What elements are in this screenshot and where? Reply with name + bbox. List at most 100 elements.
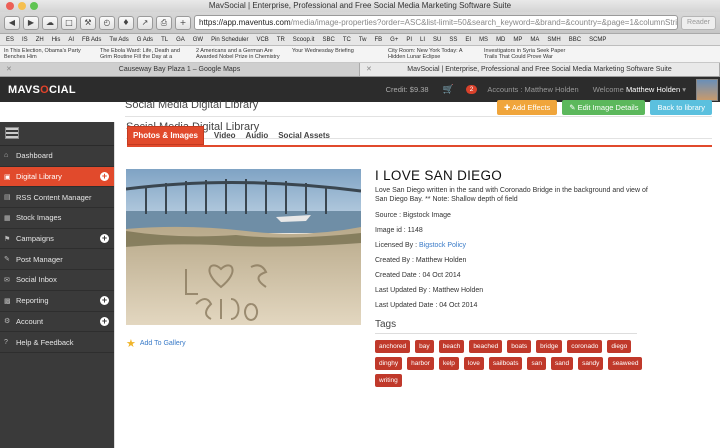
close-tab-icon[interactable]: ✕ [366, 63, 372, 76]
bookmark-item[interactable]: Scoop.it [293, 37, 315, 43]
tag-item[interactable]: coronado [567, 340, 602, 353]
bookmark-item[interactable]: SS [449, 37, 457, 43]
bookmark-item[interactable]: G+ [390, 37, 398, 43]
reader-button[interactable]: Reader [681, 16, 716, 30]
bookmark-item[interactable]: MP [513, 37, 522, 43]
back-to-library-button[interactable]: Back to library [650, 100, 712, 115]
bookmark-item[interactable]: EI [465, 37, 471, 43]
bookmark-item[interactable]: His [52, 37, 61, 43]
bookmark-item[interactable]: GW [193, 37, 203, 43]
tag-item[interactable]: sand [551, 357, 573, 370]
close-tab-icon[interactable]: ✕ [6, 63, 12, 76]
sidebar-item-campaigns[interactable]: ⚑ Campaigns + [0, 229, 114, 250]
sidebar-item-help-feedback[interactable]: ? Help & Feedback [0, 332, 114, 353]
sidebar-item-reporting[interactable]: ▩ Reporting + [0, 291, 114, 312]
tools-icon[interactable]: ⚒ [80, 16, 96, 30]
tab-social-assets[interactable]: Social Assets [278, 131, 330, 140]
license-link[interactable]: Bigstock Policy [419, 242, 466, 249]
news-item[interactable]: Investigators in Syria Seek Paper Trails… [484, 48, 570, 61]
edit-image-details-button[interactable]: ✎ Edit Image Details [562, 100, 645, 115]
tag-item[interactable]: sandy [578, 357, 603, 370]
back-icon[interactable]: ◀ [4, 16, 20, 30]
news-item[interactable]: The Ebola Ward: Life, Death and Grim Rou… [100, 48, 186, 61]
browser-tab[interactable]: ✕ Causeway Bay Plaza 1 – Google Maps [0, 63, 360, 76]
bookmark-item[interactable]: G Ads [137, 37, 153, 43]
news-item[interactable]: Your Wednesday Briefing [292, 48, 378, 61]
bookmark-item[interactable]: MS [479, 37, 488, 43]
expand-icon[interactable]: + [100, 172, 109, 181]
news-item[interactable]: City Room: New York Today: A Hidden Luna… [388, 48, 474, 61]
sidebar-icon[interactable]: □ [61, 16, 77, 30]
accounts-dropdown[interactable]: Accounts : Matthew Holden [487, 85, 578, 94]
image-preview[interactable] [126, 169, 361, 325]
tag-item[interactable]: love [464, 357, 484, 370]
tag-item[interactable]: writing [375, 374, 402, 387]
bookmark-item[interactable]: TR [277, 37, 285, 43]
bookmark-item[interactable]: AI [68, 37, 74, 43]
tab-photos-images[interactable]: Photos & Images [127, 126, 204, 145]
tag-item[interactable]: harbor [407, 357, 434, 370]
share-icon[interactable]: ↗ [137, 16, 153, 30]
tab-video[interactable]: Video [214, 131, 236, 140]
tag-icon[interactable]: ♦ [118, 16, 134, 30]
bookmark-item[interactable]: IS [22, 37, 28, 43]
tag-item[interactable]: sailboats [489, 357, 523, 370]
bookmark-item[interactable]: LI [420, 37, 425, 43]
tag-item[interactable]: seaweed [608, 357, 642, 370]
tab-audio[interactable]: Audio [246, 131, 269, 140]
add-effects-button[interactable]: ✚ Add Effects [497, 100, 557, 115]
browser-tab-active[interactable]: ✕ MavSocial | Enterprise, Professional a… [360, 63, 720, 76]
tag-item[interactable]: bay [415, 340, 433, 353]
tag-item[interactable]: dinghy [375, 357, 402, 370]
news-item[interactable]: 2 Americans and a German Are Awarded Nob… [196, 48, 282, 61]
bookmark-item[interactable]: SCMP [589, 37, 606, 43]
bookmark-item[interactable]: FB Ads [82, 37, 101, 43]
notification-badge[interactable]: 2 [466, 85, 478, 94]
zoom-window-button[interactable] [30, 2, 38, 10]
sidebar-item-digital-library[interactable]: ▣ Digital Library + [0, 167, 114, 188]
sidebar-item-rss-content-manager[interactable]: ▤ RSS Content Manager [0, 187, 114, 208]
forward-icon[interactable]: ▶ [23, 16, 39, 30]
bookmark-item[interactable]: SMH [547, 37, 560, 43]
print-icon[interactable]: ⎙ [156, 16, 172, 30]
tag-item[interactable]: beach [439, 340, 465, 353]
tag-item[interactable]: san [527, 357, 545, 370]
welcome-text[interactable]: Welcome Matthew Holden ▾ [593, 85, 686, 94]
bookmark-item[interactable]: GA [176, 37, 185, 43]
add-to-gallery-link[interactable]: ★ Add To Gallery [126, 337, 186, 350]
sidebar-item-dashboard[interactable]: ⌂ Dashboard [0, 146, 114, 167]
expand-icon[interactable]: + [100, 234, 109, 243]
expand-icon[interactable]: + [100, 296, 109, 305]
bookmark-item[interactable]: FB [375, 37, 383, 43]
bookmark-item[interactable]: Tw Ads [109, 37, 128, 43]
avatar[interactable] [696, 79, 718, 101]
bookmark-item[interactable]: MD [496, 37, 505, 43]
cart-icon[interactable]: 🛒 [443, 84, 454, 95]
bookmark-item[interactable]: PI [406, 37, 412, 43]
mavsocial-logo[interactable]: MAVSOCIAL [0, 84, 114, 96]
bookmark-item[interactable]: ES [6, 37, 14, 43]
minimize-window-button[interactable] [18, 2, 26, 10]
sidebar-item-post-manager[interactable]: ✎ Post Manager [0, 249, 114, 270]
bookmark-item[interactable]: VCB [256, 37, 268, 43]
bookmark-item[interactable]: TC [343, 37, 351, 43]
news-item[interactable]: In This Election, Obama's Party Benches … [4, 48, 90, 61]
tag-item[interactable]: diego [607, 340, 631, 353]
bookmark-item[interactable]: TL [161, 37, 168, 43]
tag-item[interactable]: kelp [439, 357, 459, 370]
sidebar-item-social-inbox[interactable]: ✉ Social Inbox [0, 270, 114, 291]
address-bar[interactable]: https://app.maventus.com /media/image-pr… [194, 15, 678, 30]
menu-toggle[interactable] [0, 122, 114, 146]
tag-item[interactable]: beached [469, 340, 502, 353]
sidebar-item-account[interactable]: ⚙ Account + [0, 312, 114, 333]
add-tab-icon[interactable]: + [175, 16, 191, 30]
bookmark-item[interactable]: Tw [359, 37, 367, 43]
sidebar-item-stock-images[interactable]: ▦ Stock Images [0, 208, 114, 229]
close-window-button[interactable] [6, 2, 14, 10]
tag-item[interactable]: bridge [536, 340, 562, 353]
history-icon[interactable]: ◴ [99, 16, 115, 30]
bookmark-item[interactable]: BBC [569, 37, 581, 43]
bookmark-item[interactable]: SU [433, 37, 441, 43]
bookmark-item[interactable]: Pin Scheduler [211, 37, 248, 43]
bookmark-item[interactable]: MA [530, 37, 539, 43]
